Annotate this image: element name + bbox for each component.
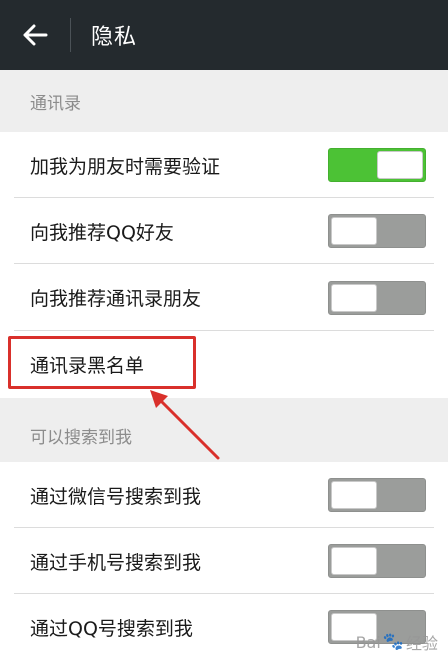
row-label: 通过QQ号搜索到我 bbox=[30, 617, 193, 640]
row-label: 向我推荐通讯录朋友 bbox=[30, 288, 202, 310]
settings-row-search-wechat-id[interactable]: 通过微信号搜索到我 bbox=[0, 462, 448, 528]
page-title: 隐私 bbox=[91, 25, 138, 50]
section-header-search: 可以搜索到我 bbox=[0, 398, 448, 462]
watermark-bai: Bai bbox=[355, 632, 381, 652]
toggle-knob bbox=[331, 547, 377, 575]
settings-row-search-phone[interactable]: 通过手机号搜索到我 bbox=[0, 528, 448, 594]
settings-row-verify-friend[interactable]: 加我为朋友时需要验证 bbox=[0, 132, 448, 198]
paw-icon: 🐾 bbox=[382, 632, 404, 652]
recommend-contacts-toggle[interactable] bbox=[328, 280, 426, 315]
row-label: 加我为朋友时需要验证 bbox=[30, 155, 221, 178]
row-label: 通过微信号搜索到我 bbox=[30, 485, 202, 508]
toggle-knob bbox=[377, 151, 423, 179]
search-wechat-id-toggle[interactable] bbox=[328, 478, 426, 512]
toggle-knob bbox=[331, 217, 377, 245]
toggle-knob bbox=[331, 481, 377, 509]
baidu-watermark: Bai 🐾 经验 bbox=[356, 630, 438, 654]
row-label: 向我推荐QQ好友 bbox=[30, 221, 174, 244]
highlight-box bbox=[8, 336, 196, 389]
settings-row-recommend-contacts[interactable]: 向我推荐通讯录朋友 bbox=[0, 264, 448, 331]
settings-row-recommend-qq[interactable]: 向我推荐QQ好友 bbox=[0, 198, 448, 264]
search-phone-toggle[interactable] bbox=[328, 544, 426, 578]
recommend-qq-toggle[interactable] bbox=[328, 214, 426, 248]
header-divider bbox=[70, 18, 71, 52]
row-label: 通过手机号搜索到我 bbox=[30, 551, 202, 574]
toggle-knob bbox=[331, 283, 377, 312]
back-arrow-icon bbox=[23, 24, 48, 46]
title-bar: 隐私 bbox=[0, 0, 448, 70]
section-header-contacts: 通讯录 bbox=[0, 70, 448, 132]
back-button[interactable] bbox=[0, 0, 70, 70]
watermark-jingyan: 经验 bbox=[405, 634, 438, 653]
verify-friend-toggle[interactable] bbox=[328, 148, 426, 182]
